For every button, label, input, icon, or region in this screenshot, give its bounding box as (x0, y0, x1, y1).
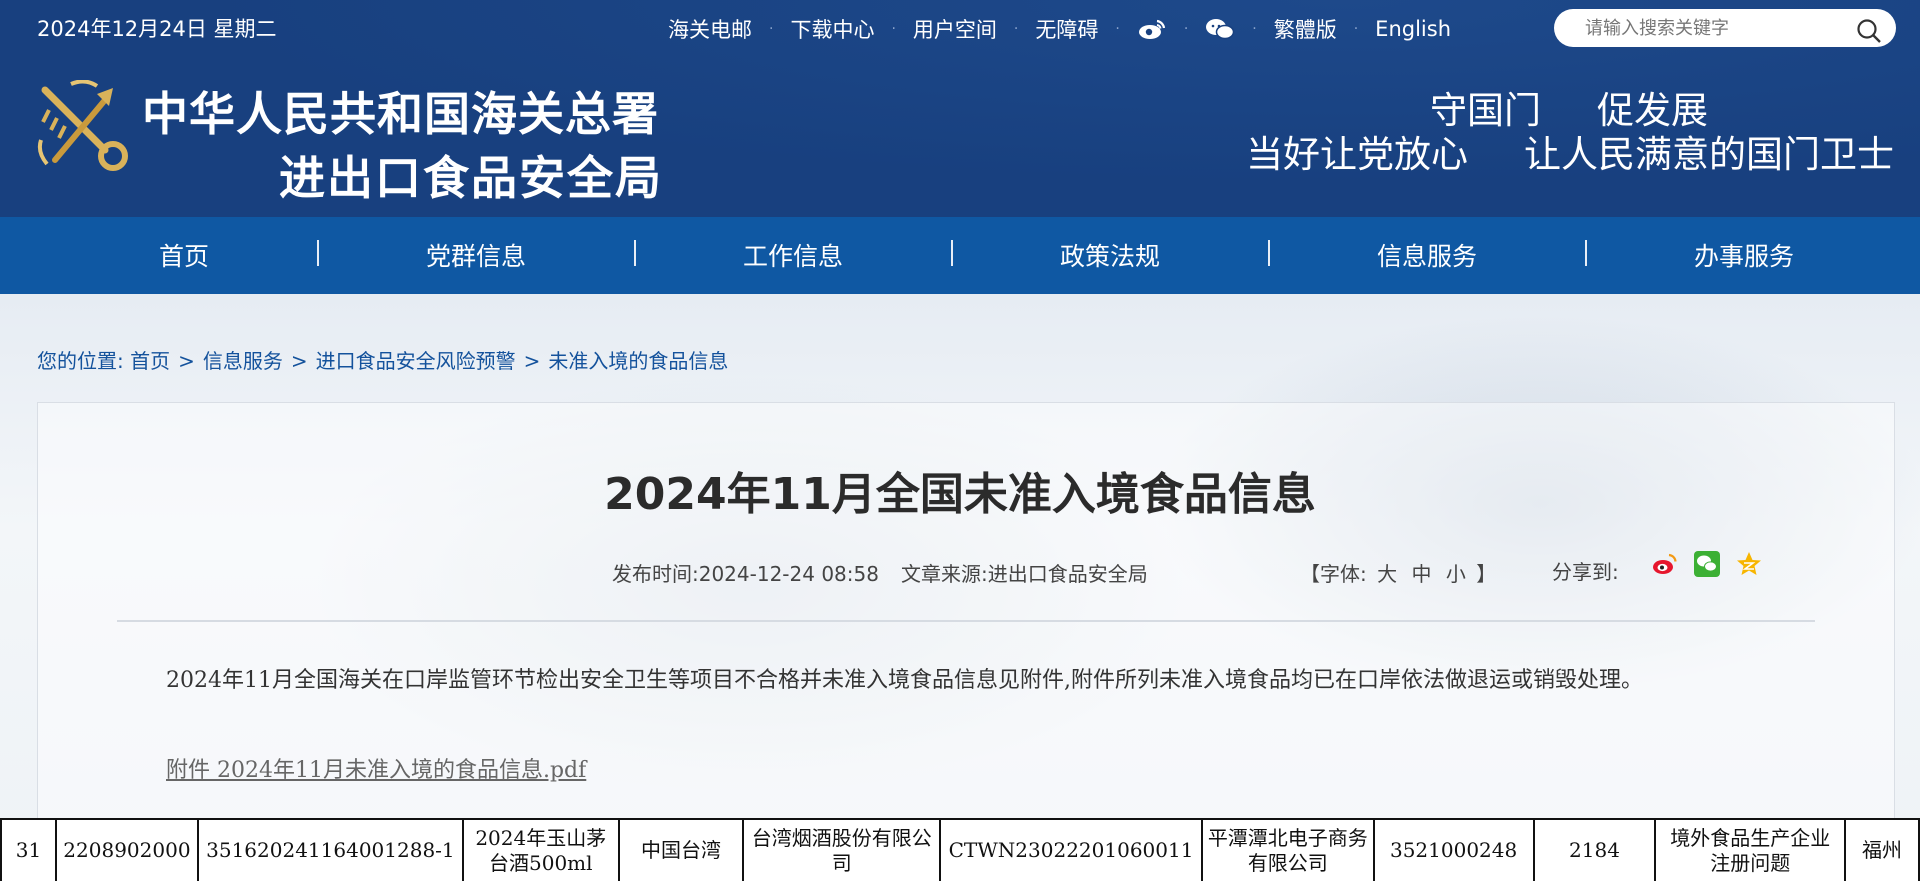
article-source: 文章来源:进出口食品安全局 (900, 562, 1148, 586)
attachment-link[interactable]: 附件 2024年11月未准入境的食品信息.pdf (166, 752, 586, 784)
breadcrumb-prefix: 您的位置: (37, 349, 124, 373)
breadcrumb-home[interactable]: 首页 (130, 349, 170, 373)
email-link[interactable]: 海关电邮 (668, 14, 752, 44)
cell-reason: 境外食品生产企业注册问题 (1654, 818, 1847, 881)
article-meta: 发布时间:2024-12-24 08:58 文章来源:进出口食品安全局 (612, 558, 1148, 587)
food-info-table: 31 2208902000 351620241164001288-1 2024年… (0, 818, 1920, 881)
share-icons (1652, 551, 1762, 577)
slogan-line2: 当好让党放心 让人民满意的国门卫士 (1246, 133, 1894, 176)
nav-affairs[interactable]: 办事服务 (1694, 237, 1794, 273)
cell-product-name: 2024年玉山茅台酒500ml (461, 818, 620, 881)
weibo-icon[interactable] (1137, 17, 1167, 41)
cell-declaration-no: 351620241164001288-1 (196, 818, 464, 881)
cell-hs-code: 2208902000 (54, 818, 199, 881)
font-size-large[interactable]: 大 (1377, 562, 1397, 586)
publish-time: 发布时间:2024-12-24 08:58 (612, 562, 879, 586)
nav-home[interactable]: 首页 (159, 237, 209, 273)
site-header: 2024年12月24日 星期二 海关电邮 · 下载中心 · 用户空间 · 无障碍… (0, 0, 1920, 217)
title-divider (117, 620, 1815, 622)
share-qzone-icon[interactable] (1736, 551, 1762, 577)
wechat-icon[interactable] (1205, 17, 1235, 41)
nav-work-info[interactable]: 工作信息 (743, 237, 843, 273)
article-body: 2024年11月全国海关在口岸监管环节检出安全卫生等项目不合格并未准入境食品信息… (166, 668, 1643, 693)
accessibility-link[interactable]: 无障碍 (1035, 14, 1098, 44)
share-label: 分享到: (1552, 560, 1619, 584)
cell-producer-reg-no: CTWN23022201060011 (939, 818, 1203, 881)
article-title: 2024年11月全国未准入境食品信息 (604, 469, 1316, 520)
org-name-line2: 进出口食品安全局 (279, 151, 663, 205)
cell-origin: 中国台湾 (617, 818, 745, 881)
customs-emblem-icon[interactable] (35, 79, 133, 172)
share-wechat-icon[interactable] (1694, 551, 1720, 577)
breadcrumb-info-service[interactable]: 信息服务 (203, 349, 283, 373)
traditional-chinese-link[interactable]: 繁體版 (1274, 14, 1337, 44)
user-space-link[interactable]: 用户空间 (913, 14, 997, 44)
cell-producer: 台湾烟酒股份有限公司 (742, 818, 942, 881)
cell-importer-code: 3521000248 (1372, 818, 1535, 881)
table-row: 31 2208902000 351620241164001288-1 2024年… (0, 818, 1920, 881)
cell-port: 福州 (1844, 818, 1920, 881)
search-box (1554, 9, 1896, 47)
download-center-link[interactable]: 下载中心 (790, 14, 874, 44)
cell-importer: 平潭潭北电子商务有限公司 (1201, 818, 1375, 881)
current-date: 2024年12月24日 星期二 (37, 17, 277, 41)
org-name-line1: 中华人民共和国海关总署 (142, 87, 659, 141)
search-input[interactable] (1585, 15, 1845, 41)
font-size-medium[interactable]: 中 (1411, 562, 1431, 586)
cell-seq: 31 (0, 818, 57, 881)
breadcrumb-rejected-food[interactable]: 未准入境的食品信息 (548, 349, 728, 373)
nav-party-info[interactable]: 党群信息 (426, 237, 526, 273)
cell-weight: 2184 (1532, 818, 1657, 881)
main-nav: 首页 党群信息 工作信息 政策法规 信息服务 办事服务 (0, 217, 1920, 294)
nav-policy[interactable]: 政策法规 (1060, 237, 1160, 273)
font-size-control: 【字体: 大 中 小 】 (1300, 562, 1497, 586)
share-weibo-icon[interactable] (1652, 551, 1678, 577)
english-link[interactable]: English (1375, 17, 1451, 41)
search-icon[interactable] (1856, 18, 1882, 44)
nav-info-service[interactable]: 信息服务 (1377, 237, 1477, 273)
breadcrumb-risk-warning[interactable]: 进口食品安全风险预警 (316, 349, 516, 373)
breadcrumb: 您的位置: 首页 > 信息服务 > 进口食品安全风险预警 > 未准入境的食品信息 (37, 349, 729, 373)
top-links: 海关电邮 · 下载中心 · 用户空间 · 无障碍 · · · 繁體版 · Eng… (668, 14, 1451, 44)
font-size-small[interactable]: 小 (1446, 562, 1466, 586)
